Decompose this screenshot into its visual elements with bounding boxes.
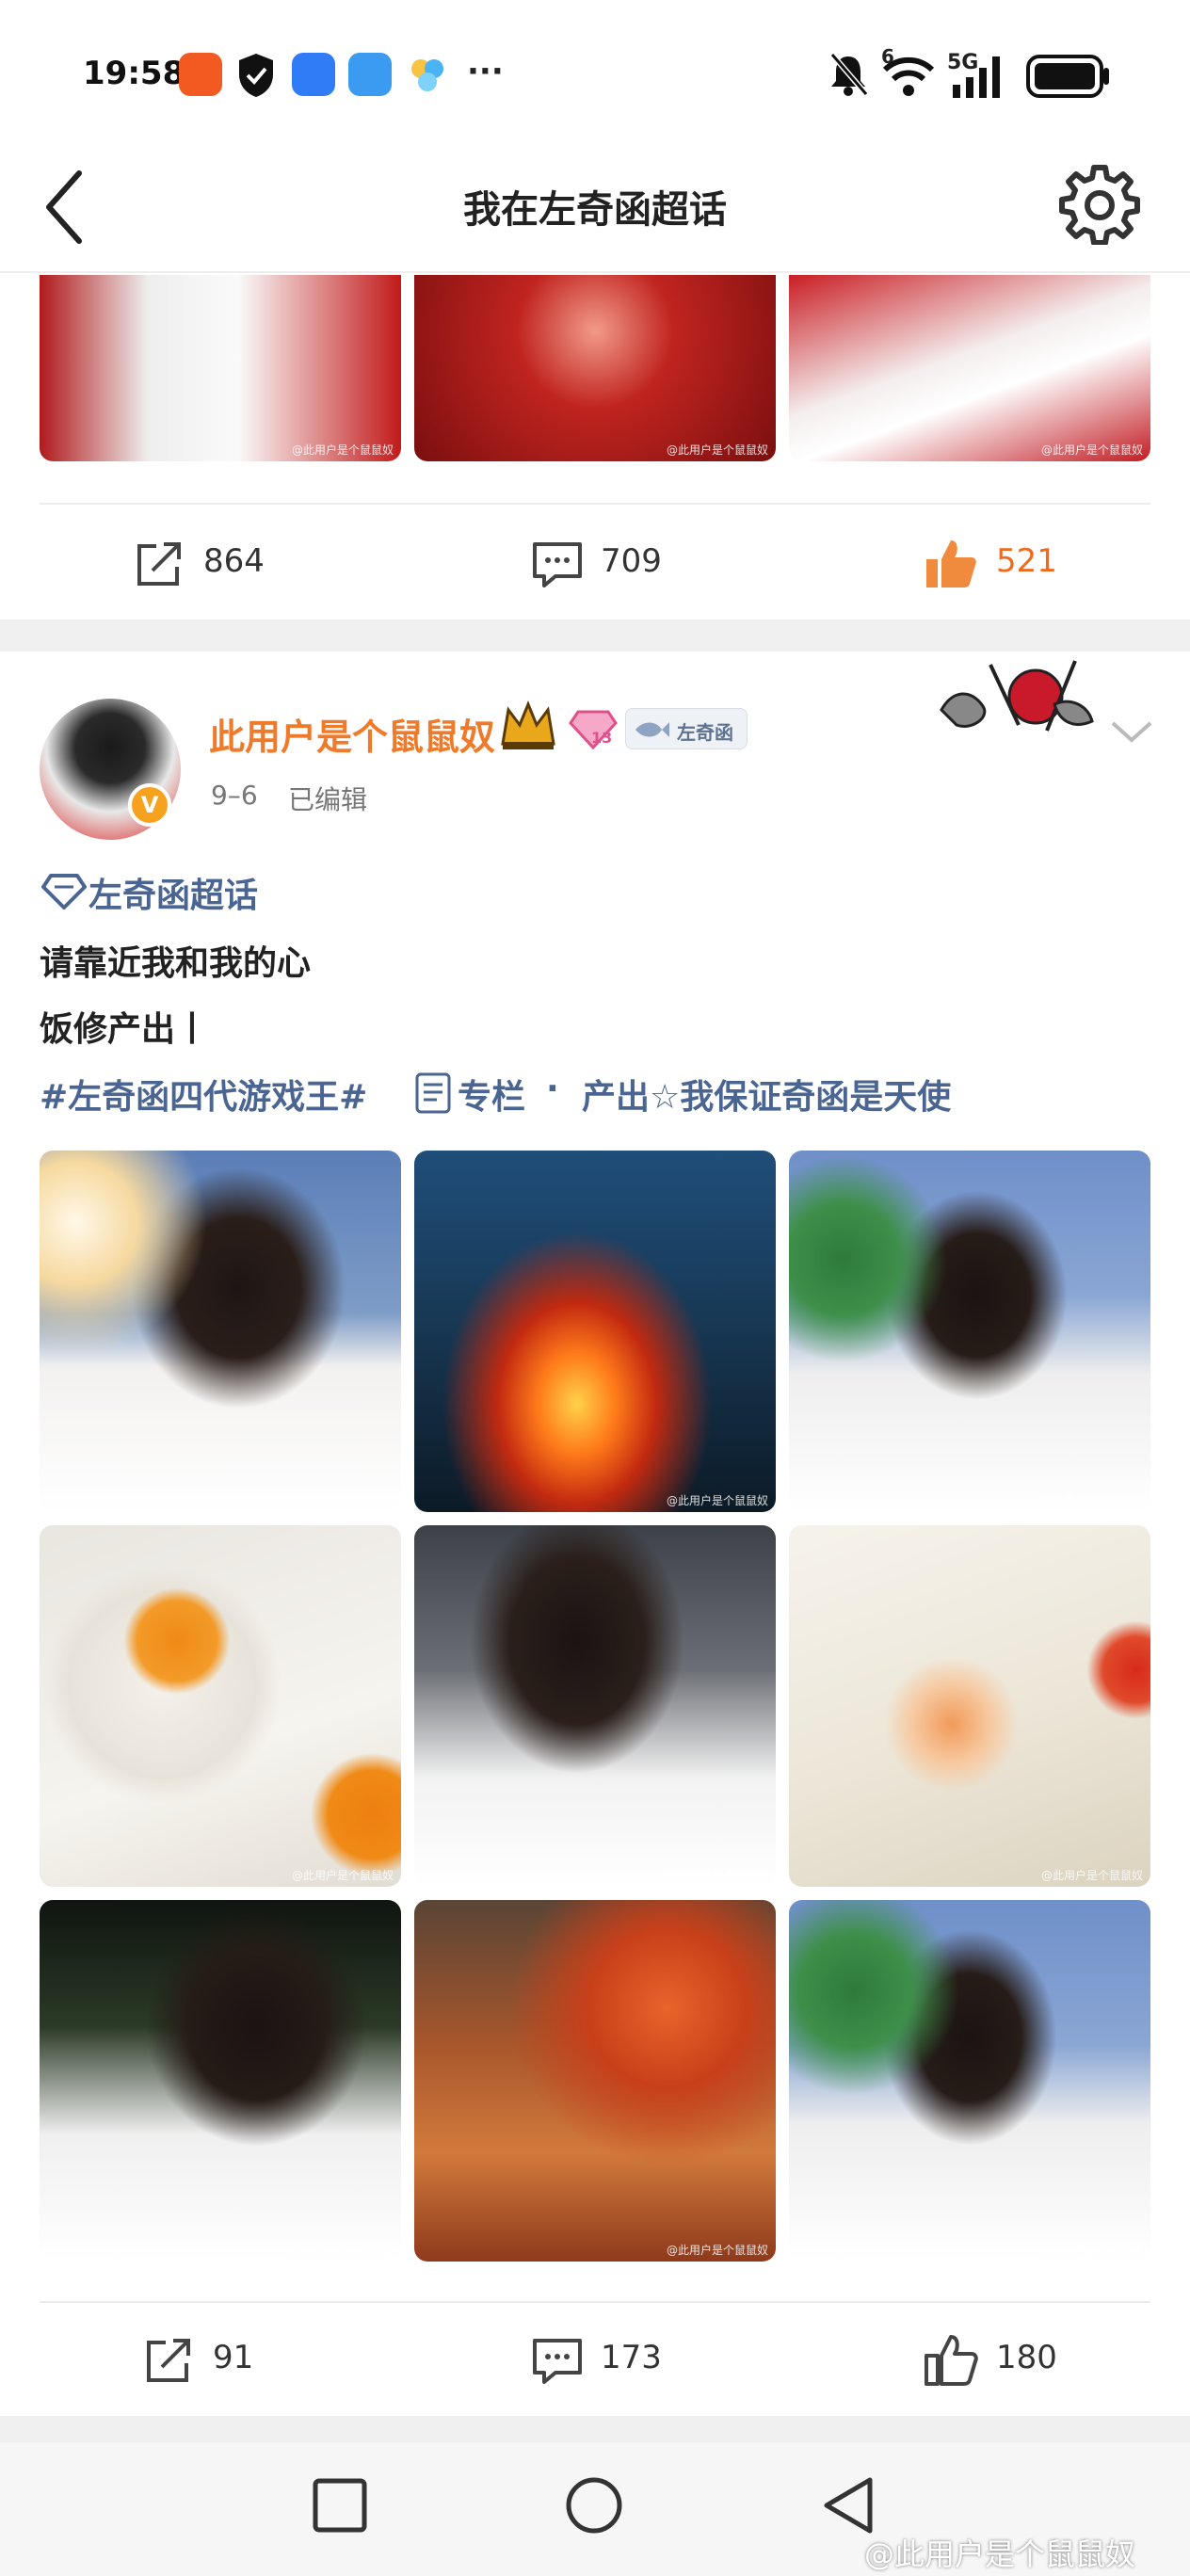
image-watermark: @此用户是个鼠鼠奴: [1040, 1494, 1143, 1507]
status-bar: 19:58 ··· 6 5G: [0, 0, 1190, 141]
fish-icon: [635, 722, 669, 737]
weather-icon: [348, 53, 392, 96]
divider: [40, 2301, 1150, 2303]
hashtag-link[interactable]: #左奇函四代游戏王#: [40, 1070, 367, 1119]
verified-badge-icon: V: [128, 783, 171, 827]
pinwheel-icon: [411, 59, 443, 91]
fan-badge-label: 左奇函: [677, 721, 733, 744]
image-watermark: @此用户是个鼠鼠奴: [1040, 1869, 1143, 1882]
repost-count[interactable]: 91: [213, 2339, 253, 2376]
post-image-1[interactable]: @此用户是个鼠鼠奴: [40, 1151, 401, 1512]
post-image-2[interactable]: @此用户是个鼠鼠奴: [414, 1151, 776, 1512]
wifi-label: 6: [881, 45, 894, 68]
image-watermark: @此用户是个鼠鼠奴: [1040, 443, 1143, 457]
post-text-line-1: 请靠近我和我的心: [40, 944, 312, 983]
header-divider: [0, 271, 1190, 273]
post-image-5[interactable]: @此用户是个鼠鼠奴: [414, 1525, 776, 1887]
decoration-sticker-icon: [940, 660, 1094, 732]
edited-label: 已编辑: [288, 784, 368, 815]
post-image-8[interactable]: @此用户是个鼠鼠奴: [414, 1900, 776, 2262]
like-icon[interactable]: [923, 2331, 979, 2388]
shield-icon: [239, 54, 273, 97]
repost-icon[interactable]: [134, 539, 185, 589]
supertopic-link[interactable]: 左奇函超话: [88, 868, 258, 917]
post-time: 9–6: [211, 780, 258, 811]
comment-count[interactable]: 709: [601, 542, 662, 580]
image-watermark: @此用户是个鼠鼠奴: [291, 443, 394, 457]
recent-apps-icon[interactable]: [311, 2476, 369, 2535]
post-image-6[interactable]: @此用户是个鼠鼠奴: [789, 1525, 1150, 1887]
image-watermark: @此用户是个鼠鼠奴: [291, 1494, 394, 1507]
level-badge: 13: [569, 708, 618, 751]
crown-icon: [501, 700, 555, 749]
battery-icon: [1026, 55, 1109, 98]
page-title: 我在左奇函超话: [463, 188, 727, 232]
top-header: 我在左奇函超话: [0, 141, 1190, 273]
back-nav-icon[interactable]: [819, 2474, 877, 2536]
like-icon-active[interactable]: [923, 535, 979, 591]
mute-bell-icon: [829, 53, 869, 96]
home-icon[interactable]: [563, 2474, 625, 2536]
prev-post-image-3[interactable]: @此用户是个鼠鼠奴: [789, 275, 1150, 461]
post-text-line-2: 饭修产出丨: [40, 1010, 210, 1049]
image-watermark: @此用户是个鼠鼠奴: [666, 443, 768, 457]
column-doc-icon: [415, 1072, 451, 1114]
column-label[interactable]: 专栏: [458, 1070, 525, 1119]
prev-post-image-2[interactable]: @此用户是个鼠鼠奴: [414, 275, 776, 461]
post-separator: [0, 2416, 1190, 2442]
chevron-down-icon[interactable]: [1109, 717, 1154, 746]
app-notification-icon: [179, 53, 222, 96]
level-number: 13: [591, 729, 613, 747]
app-market-icon: [292, 53, 335, 96]
post-image-4[interactable]: @此用户是个鼠鼠奴: [40, 1525, 401, 1887]
column-title-link[interactable]: 产出☆我保证奇函是天使: [582, 1070, 951, 1119]
repost-icon[interactable]: [143, 2335, 194, 2386]
signal-icon: [953, 56, 1000, 98]
comment-icon[interactable]: [531, 540, 584, 589]
post-image-3[interactable]: @此用户是个鼠鼠奴: [789, 1151, 1150, 1512]
like-count[interactable]: 180: [996, 2339, 1057, 2376]
image-watermark: @此用户是个鼠鼠奴: [666, 1494, 768, 1507]
user-name[interactable]: 此用户是个鼠鼠奴: [209, 708, 495, 760]
fan-badge: 左奇函: [625, 708, 748, 749]
like-count[interactable]: 521: [996, 542, 1057, 580]
comment-count[interactable]: 173: [601, 2339, 662, 2376]
image-watermark: @此用户是个鼠鼠奴: [1040, 2244, 1143, 2257]
post-separator: [0, 620, 1190, 652]
column-separator: ·: [546, 1070, 559, 1108]
image-watermark: @此用户是个鼠鼠奴: [666, 1869, 768, 1882]
more-notifications-icon: ···: [467, 53, 504, 90]
prev-post-image-1[interactable]: @此用户是个鼠鼠奴: [40, 275, 401, 461]
image-watermark: @此用户是个鼠鼠奴: [291, 1869, 394, 1882]
weibo-watermark: @此用户是个鼠鼠奴: [864, 2536, 1136, 2572]
repost-count[interactable]: 864: [203, 542, 265, 580]
image-watermark: @此用户是个鼠鼠奴: [666, 2244, 768, 2257]
settings-gear-icon[interactable]: [1058, 162, 1141, 245]
post-image-9[interactable]: @此用户是个鼠鼠奴: [789, 1900, 1150, 2262]
status-time: 19:58: [83, 55, 185, 92]
post-image-7[interactable]: @此用户是个鼠鼠奴: [40, 1900, 401, 2262]
comment-icon[interactable]: [531, 2337, 584, 2386]
supertopic-diamond-icon: [41, 874, 87, 910]
divider: [40, 503, 1150, 505]
image-watermark: @此用户是个鼠鼠奴: [291, 2244, 394, 2257]
